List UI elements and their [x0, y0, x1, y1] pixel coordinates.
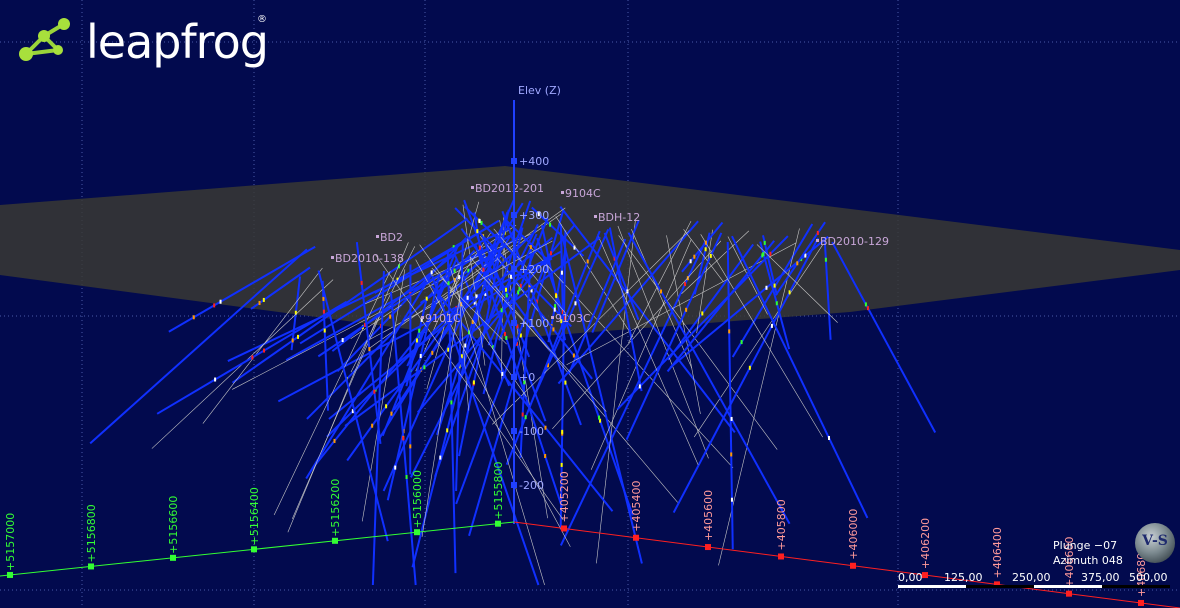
collar-label: 9101C	[425, 312, 461, 325]
collar-label: 9104C	[565, 187, 601, 200]
collar-label: BD2010-129	[820, 235, 889, 248]
easting-tick-label: +406000	[847, 509, 860, 560]
scale-segment	[1034, 585, 1102, 588]
collar-label: BD2010-138	[335, 252, 404, 265]
leapfrog-logo: leapfrog ®	[14, 14, 274, 70]
easting-tick-label: +405600	[702, 490, 715, 541]
easting-tick-label: +405200	[558, 471, 571, 522]
registered-mark: ®	[257, 14, 267, 25]
3d-scene-viewport[interactable]: BD2012-201 9104C BD2010-138 BD2010-129 9103C…	[0, 0, 1180, 608]
scale-label: 375,00	[1081, 571, 1120, 584]
northing-tick-label: +5155800	[492, 461, 505, 519]
azimuth-value: Azimuth 048	[1053, 554, 1123, 567]
collar-label: BDH-12	[598, 211, 640, 224]
scale-segment	[898, 585, 966, 588]
northing-tick-label: +5156800	[85, 504, 98, 562]
elev-axis-title: Elev (Z)	[518, 84, 561, 97]
compass-icon[interactable]: V-S	[1135, 523, 1175, 563]
logo-network-icon	[19, 18, 70, 61]
northing-tick-label: +5156200	[329, 479, 342, 537]
collar-label: BD2012-201	[475, 182, 544, 195]
collar-label: BD2	[380, 231, 403, 244]
compass-label: V-S	[1142, 533, 1168, 549]
scale-label: 500,00	[1129, 571, 1168, 584]
3d-scene[interactable]: BD2012-201 9104C BD2010-138 BD2010-129 9103C…	[0, 0, 1180, 608]
northing-tick-label: +5156400	[248, 487, 261, 545]
scale-label: 0,00	[898, 571, 923, 584]
easting-tick-label: +406200	[919, 518, 932, 569]
orientation-readout: Plunge −07 Azimuth 048	[1053, 538, 1123, 568]
elev-tick-label: +200	[519, 263, 549, 276]
elev-tick-label: +400	[519, 155, 549, 168]
scale-segment	[1102, 585, 1170, 588]
elev-tick-label: -200	[519, 479, 544, 492]
elev-tick-label: +300	[519, 209, 549, 222]
scale-bar: 0,00 125,00 250,00 375,00 500,00	[898, 571, 1170, 591]
easting-tick-label: +405800	[775, 499, 788, 550]
elev-tick-label: -100	[519, 425, 544, 438]
scale-label: 125,00	[944, 571, 983, 584]
scale-segment	[966, 585, 1034, 588]
northing-tick-label: +5156600	[167, 496, 180, 554]
easting-tick-label: +405400	[630, 481, 643, 532]
northing-axis: +5157000 +5156800 +5156600 +5156400 +5156200…	[0, 461, 515, 578]
collar-label: 9103C	[555, 312, 591, 325]
elev-tick-label: +0	[519, 371, 535, 384]
scale-label: 250,00	[1012, 571, 1051, 584]
northing-tick-label: +5156000	[411, 470, 424, 528]
elev-tick-label: +100	[519, 317, 549, 330]
plunge-value: Plunge −07	[1053, 539, 1118, 552]
logo-wordmark: leapfrog	[86, 15, 269, 69]
northing-tick-label: +5157000	[4, 513, 17, 571]
